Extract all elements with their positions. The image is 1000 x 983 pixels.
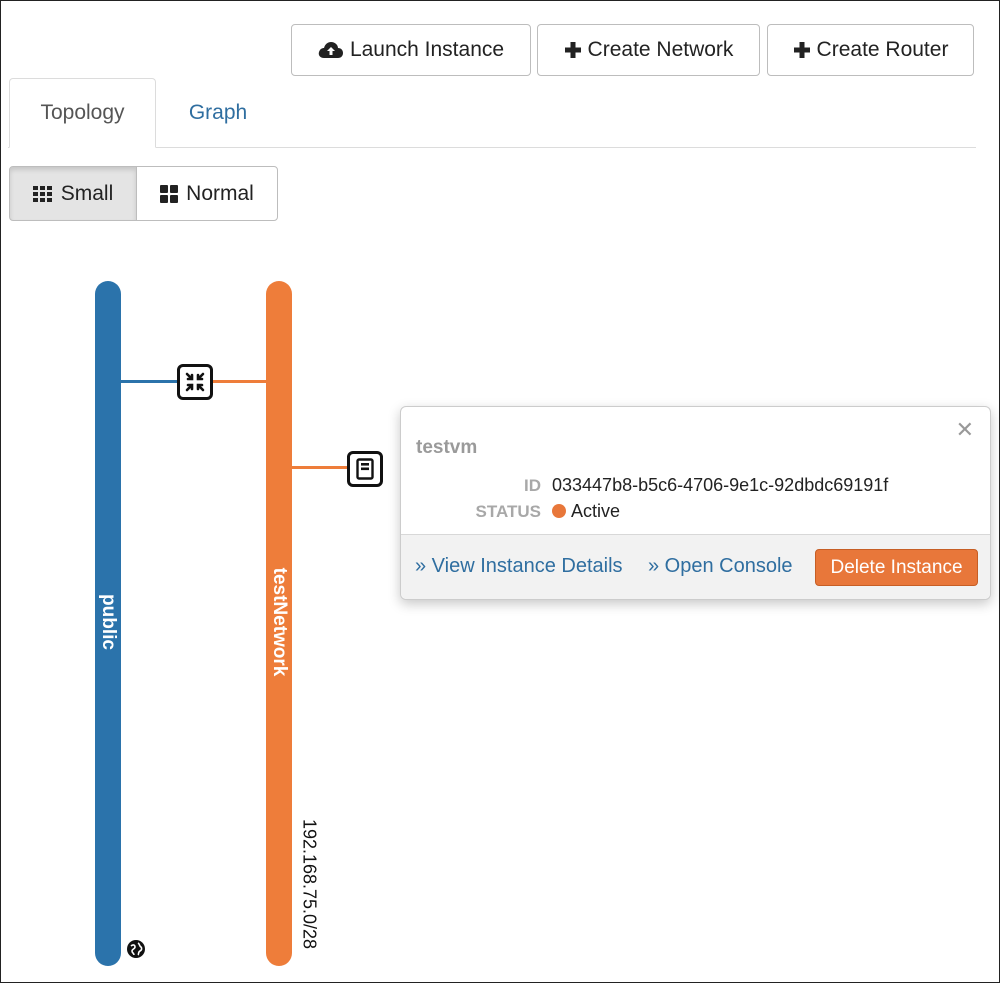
launch-instance-button[interactable]: Launch Instance <box>291 24 531 76</box>
router-node[interactable] <box>177 364 213 400</box>
id-value: 033447b8-b5c6-4706-9e1c-92dbdc69191f <box>552 475 889 495</box>
close-icon[interactable]: ✕ <box>956 417 974 443</box>
view-small-label: Small <box>60 181 114 205</box>
link-public-router <box>121 380 177 383</box>
tab-graph[interactable]: Graph <box>157 78 279 148</box>
view-normal-label: Normal <box>186 181 254 205</box>
delete-instance-button[interactable]: Delete Instance <box>815 549 978 586</box>
status-value-wrapper: Active <box>552 501 620 522</box>
popup-footer: » View Instance Details » Open Console D… <box>401 534 990 599</box>
globe-icon <box>127 940 145 958</box>
status-label: STATUS <box>475 502 541 521</box>
instance-node[interactable] <box>347 451 383 487</box>
cloud-upload-icon <box>318 42 343 58</box>
create-router-button[interactable]: Create Router <box>767 24 974 76</box>
open-console-link[interactable]: » Open Console <box>648 555 793 578</box>
plus-icon <box>564 42 581 58</box>
create-network-button[interactable]: Create Network <box>537 24 760 76</box>
id-label: ID <box>524 476 541 495</box>
tab-topology[interactable]: Topology <box>9 78 156 148</box>
create-network-label: Create Network <box>587 38 734 61</box>
create-router-label: Create Router <box>816 38 949 61</box>
status-value: Active <box>571 501 621 521</box>
server-icon <box>356 458 374 480</box>
link-router-testnetwork <box>211 380 267 383</box>
view-normal-button[interactable]: Normal <box>136 166 278 221</box>
view-small-button[interactable]: Small <box>9 166 137 221</box>
view-instance-details-link[interactable]: » View Instance Details <box>415 555 623 578</box>
instance-popup: ✕ testvm ID 033447b8-b5c6-4706-9e1c-92db… <box>400 406 991 600</box>
network-public-label: public <box>98 594 119 650</box>
plus-icon <box>793 42 810 58</box>
router-icon <box>185 372 205 392</box>
network-cidr-label: 192.168.75.0/28 <box>299 818 320 950</box>
network-testnetwork-label: testNetwork <box>269 567 290 677</box>
grid-small-icon <box>32 185 52 202</box>
grid-large-icon <box>160 184 179 203</box>
link-testnetwork-instance <box>292 466 348 469</box>
instance-name: testvm <box>416 437 478 458</box>
status-dot-icon <box>552 504 566 518</box>
launch-instance-label: Launch Instance <box>349 38 505 61</box>
